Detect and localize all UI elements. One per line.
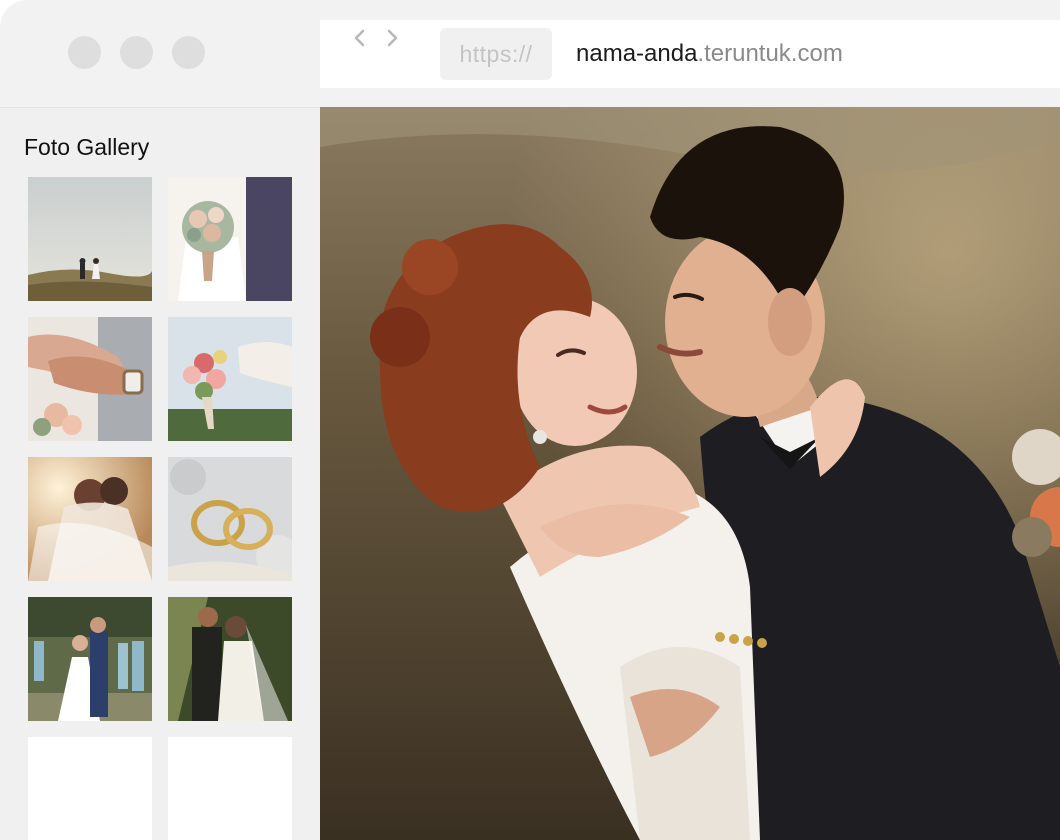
title-bar: https:// nama-anda.teruntuk.com <box>0 0 1060 107</box>
thumbnail-veil-kiss[interactable] <box>28 457 152 581</box>
protocol-badge: https:// <box>440 28 552 80</box>
gallery-sidebar: Foto Gallery <box>0 107 320 840</box>
url-domain: .teruntuk.com <box>697 40 843 67</box>
url-field[interactable]: nama-anda.teruntuk.com <box>576 39 843 69</box>
thumbnail-couple-on-hill[interactable] <box>28 177 152 301</box>
thumbnail-bride-bouquet[interactable] <box>168 177 292 301</box>
couple-on-hill-photo <box>28 177 152 301</box>
thumbnail-wedding-rings[interactable] <box>168 457 292 581</box>
back-button[interactable] <box>348 26 372 50</box>
thumbnail-empty-slot[interactable] <box>168 737 292 840</box>
url-host: nama-anda <box>576 40 698 67</box>
browser-window: https:// nama-anda.teruntuk.com Foto Gal… <box>0 0 1060 840</box>
thumbnail-flower-bouquet[interactable] <box>168 317 292 441</box>
forward-button[interactable] <box>380 26 404 50</box>
couple-embrace-photo <box>320 107 1060 840</box>
chevron-right-icon <box>387 29 398 47</box>
thumbnail-ceremony-kiss[interactable] <box>28 597 152 721</box>
veil-kiss-photo <box>28 457 152 581</box>
holding-hands-photo <box>28 317 152 441</box>
main-photo-viewer <box>320 107 1060 840</box>
maximize-window-button[interactable] <box>172 36 205 69</box>
flower-bouquet-photo <box>168 317 292 441</box>
minimize-window-button[interactable] <box>120 36 153 69</box>
thumbnail-couple-smiling[interactable] <box>168 597 292 721</box>
close-window-button[interactable] <box>68 36 101 69</box>
bride-bouquet-photo <box>168 177 292 301</box>
thumbnail-holding-hands[interactable] <box>28 317 152 441</box>
address-bar: https:// nama-anda.teruntuk.com <box>320 20 1060 88</box>
ceremony-kiss-photo <box>28 597 152 721</box>
thumbnail-empty-slot[interactable] <box>28 737 152 840</box>
wedding-rings-photo <box>168 457 292 581</box>
chevron-left-icon <box>354 29 365 47</box>
gallery-title: Foto Gallery <box>24 134 150 160</box>
couple-smiling-photo <box>168 597 292 721</box>
